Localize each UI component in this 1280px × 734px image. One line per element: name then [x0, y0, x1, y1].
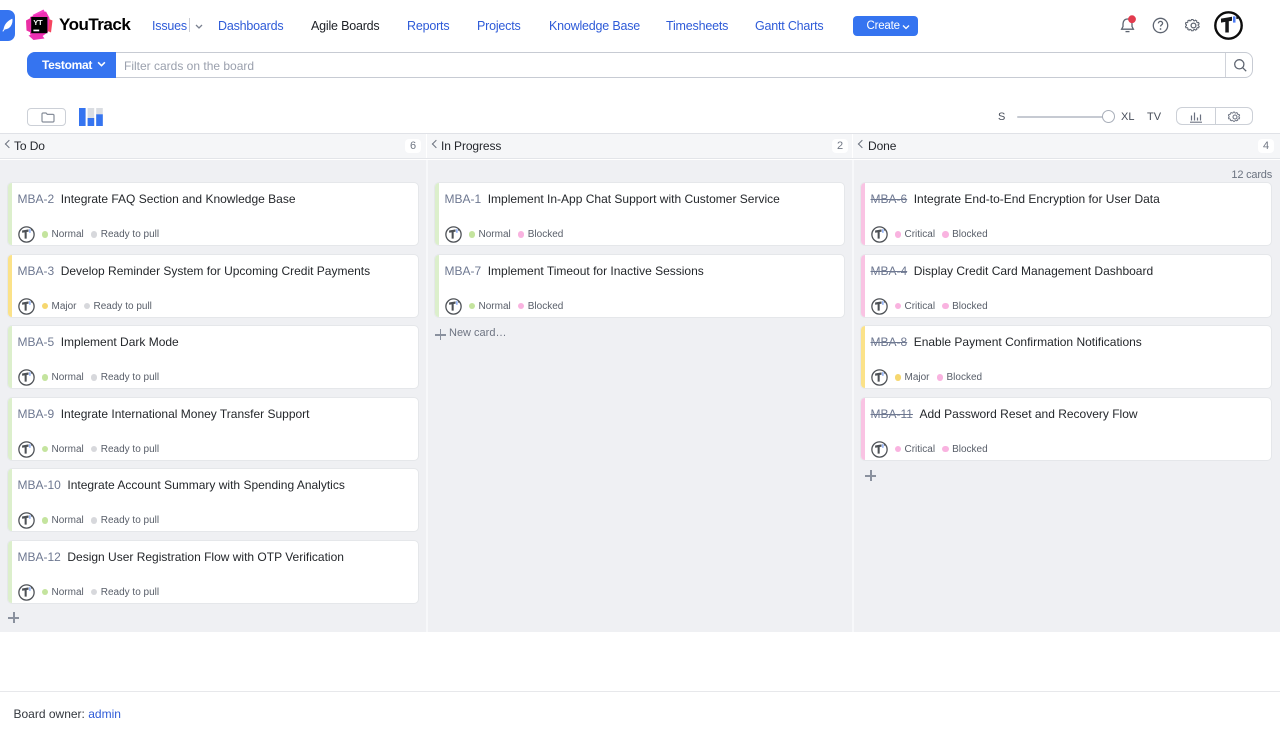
- svg-text:YT: YT: [33, 18, 43, 27]
